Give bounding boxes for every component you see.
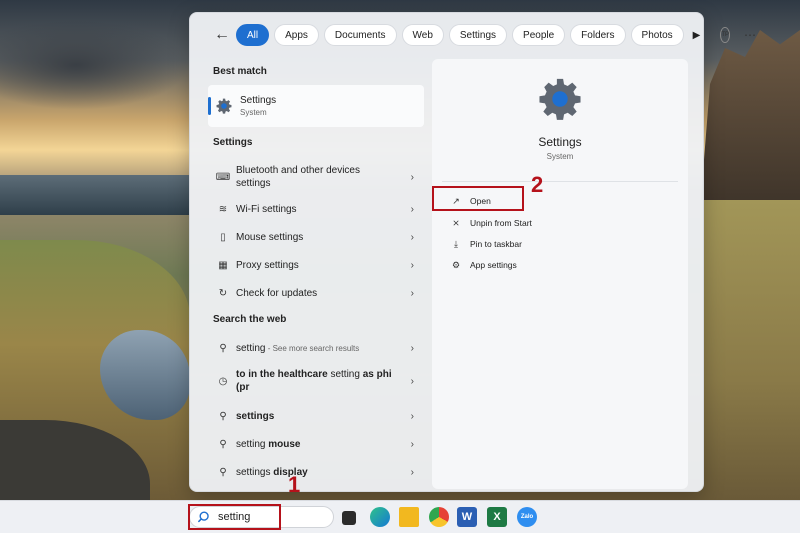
file-explorer-icon[interactable] <box>399 507 419 527</box>
filter-people[interactable]: People <box>512 24 566 46</box>
search-icon: ⚲ <box>219 410 227 422</box>
result-check-for-updates[interactable]: ↻ Check for updates › <box>208 285 424 301</box>
proxy-icon: ▦ <box>218 259 228 271</box>
selection-accent <box>208 97 211 115</box>
divider <box>442 181 678 182</box>
search-icon: ⚲ <box>219 342 227 354</box>
pin-icon: ⤓ <box>454 238 458 249</box>
filter-bar: ← All Apps Documents Web Settings People… <box>190 13 756 57</box>
wifi-icon: ≋ <box>218 203 228 215</box>
avatar[interactable]: TP <box>720 27 731 43</box>
unpin-icon: ⨯ <box>452 217 460 228</box>
chevron-right-icon: › <box>410 287 414 299</box>
action-app-settings[interactable]: ⚙ App settings <box>450 259 517 271</box>
taskbar: W X Zalo <box>0 500 800 533</box>
results-list: Best match Settings System Settings ⌨ Bl… <box>208 59 426 489</box>
chevron-right-icon: › <box>410 375 414 387</box>
detail-title: Settings <box>538 135 582 149</box>
best-match-settings[interactable]: Settings System <box>208 85 424 127</box>
filter-settings[interactable]: Settings <box>448 24 508 46</box>
gear-icon <box>216 98 232 114</box>
result-bluetooth-settings[interactable]: ⌨ Bluetooth and other devices settings › <box>208 163 424 191</box>
settings-app-gear-icon <box>539 78 581 120</box>
play-more-filters-icon[interactable]: ▶ <box>693 30 701 41</box>
chevron-right-icon: › <box>410 259 414 271</box>
chevron-right-icon: › <box>410 410 414 422</box>
start-search-panel: ← All Apps Documents Web Settings People… <box>189 12 756 492</box>
chevron-right-icon: › <box>410 342 414 354</box>
search-web-heading: Search the web <box>213 314 287 325</box>
bluetooth-devices-icon: ⌨ <box>215 171 231 183</box>
chevron-right-icon: › <box>410 203 414 215</box>
annotation-step-1: 1 <box>288 472 301 497</box>
web-result-settings[interactable]: ⚲ settings › <box>208 408 424 424</box>
highlight-search-box <box>188 504 281 530</box>
action-unpin-from-start[interactable]: ⨯ Unpin from Start <box>450 217 532 229</box>
detail-pane: Settings System ↗ Open ⨯ Unpin from Star… <box>432 59 688 489</box>
chevron-right-icon: › <box>410 466 414 478</box>
annotation-step-2: 2 <box>531 172 544 197</box>
edge-browser-icon[interactable] <box>370 507 390 527</box>
back-arrow-icon[interactable]: ← <box>214 24 230 46</box>
best-match-heading: Best match <box>213 66 267 77</box>
result-wifi-settings[interactable]: ≋ Wi-Fi settings › <box>208 201 424 217</box>
filter-documents[interactable]: Documents <box>323 24 397 46</box>
result-mouse-settings[interactable]: ▯ Mouse settings › <box>208 229 424 245</box>
gear-icon: ⚙ <box>451 259 461 270</box>
best-match-title: Settings <box>240 95 277 106</box>
chevron-right-icon: › <box>410 231 414 243</box>
highlight-open-action <box>432 186 524 211</box>
filter-folders[interactable]: Folders <box>570 24 626 46</box>
refresh-icon: ↻ <box>218 287 228 299</box>
best-match-subtitle: System <box>240 108 267 117</box>
result-proxy-settings[interactable]: ▦ Proxy settings › <box>208 257 424 273</box>
settings-heading: Settings <box>213 137 253 148</box>
task-view-icon[interactable] <box>342 511 356 525</box>
word-icon[interactable]: W <box>457 507 477 527</box>
web-result-setting-mouse[interactable]: ⚲ setting mouse › <box>208 436 424 452</box>
detail-subtitle: System <box>546 152 574 161</box>
search-icon: ⚲ <box>219 466 227 478</box>
excel-icon[interactable]: X <box>487 507 507 527</box>
mouse-icon: ▯ <box>220 231 226 243</box>
chevron-right-icon: › <box>410 438 414 450</box>
search-icon: ⚲ <box>219 438 227 450</box>
more-options-icon[interactable]: ⋯ <box>744 28 756 42</box>
chevron-right-icon: › <box>410 171 414 183</box>
web-result-healthcare[interactable]: ◷ to in the healthcare setting as phi (p… <box>208 367 424 395</box>
filter-apps[interactable]: Apps <box>274 24 319 46</box>
filter-photos[interactable]: Photos <box>630 24 684 46</box>
action-pin-to-taskbar[interactable]: ⤓ Pin to taskbar <box>450 238 522 250</box>
zalo-icon[interactable]: Zalo <box>517 507 537 527</box>
web-result-settings-display[interactable]: ⚲ settings display › <box>208 464 424 480</box>
filter-web[interactable]: Web <box>401 24 444 46</box>
chrome-browser-icon[interactable] <box>429 507 449 527</box>
windows-start-icon[interactable] <box>162 507 182 527</box>
web-result-setting[interactable]: ⚲ setting - See more search results › <box>208 340 424 356</box>
history-icon: ◷ <box>218 375 228 387</box>
filter-all[interactable]: All <box>236 24 270 46</box>
